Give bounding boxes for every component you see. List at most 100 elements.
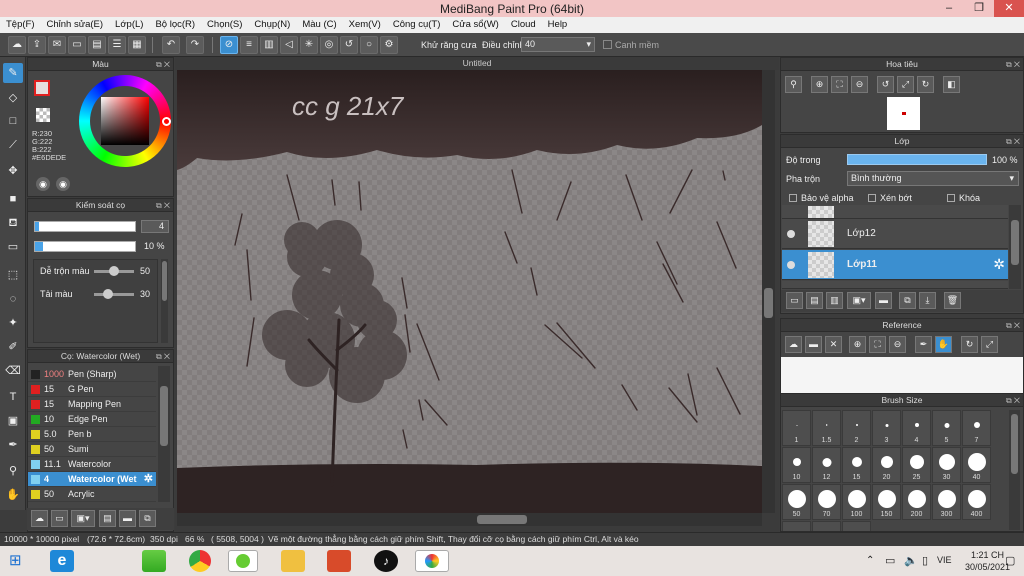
hue-ring[interactable] xyxy=(79,75,171,167)
menu-window[interactable]: Cửa sổ(W) xyxy=(446,17,504,30)
panel-popout-icon[interactable]: ⧉ ✕ xyxy=(1006,58,1020,71)
brush-cloud-icon[interactable]: ☁ xyxy=(31,510,48,527)
brush-size-option[interactable]: 300 xyxy=(932,484,961,520)
cloud-icon[interactable]: ☁ xyxy=(8,36,26,54)
brush-folder-icon[interactable]: ▬ xyxy=(119,510,136,527)
zoom-in-icon[interactable]: ⊕ xyxy=(811,76,828,93)
redo-icon[interactable]: ↷ xyxy=(186,36,204,54)
bucket-tool-icon[interactable]: ⛾ xyxy=(3,213,23,233)
protect-alpha-checkbox[interactable] xyxy=(789,194,797,202)
zoom-out-icon[interactable]: ⊖ xyxy=(851,76,868,93)
lock-checkbox[interactable] xyxy=(947,194,955,202)
eraser-tool-icon[interactable]: ◇ xyxy=(3,88,23,108)
brush-new-icon[interactable]: ▭ xyxy=(51,510,68,527)
line-tool-icon[interactable]: ⟋ xyxy=(3,135,23,155)
gear-icon[interactable]: ✲ xyxy=(993,256,1005,273)
save-icon[interactable]: ▤ xyxy=(88,36,106,54)
reference-actual-size-icon[interactable]: ⤢ xyxy=(981,336,998,353)
share-icon[interactable]: ⇪ xyxy=(28,36,46,54)
size-value[interactable]: 4 xyxy=(141,220,169,233)
chevron-up-icon[interactable]: ⌃ xyxy=(866,555,874,566)
comment-icon[interactable]: ✉ xyxy=(48,36,66,54)
clock-time[interactable]: 1:21 CH xyxy=(971,550,1004,560)
layer-blend-select[interactable]: Bình thường ▾ xyxy=(847,171,1019,186)
list-icon[interactable]: ☰ xyxy=(108,36,126,54)
undo-icon[interactable]: ↶ xyxy=(162,36,180,54)
rotate-left-icon[interactable]: ↺ xyxy=(877,76,894,93)
resample-slider[interactable] xyxy=(94,289,134,299)
gradient-tool-icon[interactable]: ▭ xyxy=(3,237,23,257)
menu-edit[interactable]: Chỉnh sửa(E) xyxy=(41,17,110,30)
close-button[interactable]: ✕ xyxy=(994,0,1024,17)
brush-item[interactable]: 11.1 Watercolor xyxy=(28,457,156,472)
brush-tool-icon[interactable]: ✎ xyxy=(3,63,23,83)
select-pen-tool-icon[interactable]: ✐ xyxy=(3,337,23,357)
brush-size-option[interactable] xyxy=(842,521,871,531)
duplicate-layer-icon[interactable]: ⧉ xyxy=(899,292,916,309)
medibang-taskbar-icon[interactable] xyxy=(228,550,258,572)
brush-size-option[interactable]: 100 xyxy=(842,484,871,520)
layer-row[interactable]: Lớp12 xyxy=(782,219,1008,249)
foreground-color[interactable] xyxy=(34,80,50,96)
layer-row-partial[interactable] xyxy=(782,205,1008,219)
radial-snap-icon[interactable]: ✳ xyxy=(300,36,318,54)
brush-size-option[interactable]: 30 xyxy=(932,447,961,483)
brush-duplicate-icon[interactable]: ⧉ xyxy=(139,510,156,527)
file-explorer-icon[interactable] xyxy=(281,550,305,572)
brush-size-scrollbar[interactable] xyxy=(1009,410,1020,530)
zoom-icon[interactable]: ⚲ xyxy=(785,76,802,93)
flip-icon[interactable]: ◧ xyxy=(943,76,960,93)
panel-popout-icon[interactable]: ⧉ ✕ xyxy=(156,199,170,212)
chrome-icon[interactable] xyxy=(189,550,211,572)
reference-fit-icon[interactable]: ⛶ xyxy=(869,336,886,353)
opacity-slider[interactable] xyxy=(34,241,136,252)
powerpoint-icon[interactable] xyxy=(327,550,351,572)
volume-icon[interactable]: 🔈 xyxy=(904,554,918,567)
brush-item[interactable]: 5.0 Pen b xyxy=(28,427,156,442)
parallel-snap-icon[interactable]: ≡ xyxy=(240,36,258,54)
picker-tool-icon[interactable]: ⚲ xyxy=(3,461,23,481)
bluestacks-icon[interactable] xyxy=(142,550,166,572)
brush-control-scrollbar[interactable] xyxy=(161,259,168,343)
medibang-active-icon[interactable] xyxy=(415,550,449,572)
snap-off-icon[interactable]: ⊘ xyxy=(220,36,238,54)
brush-list-scrollbar[interactable] xyxy=(158,366,170,502)
eyedropper-icon[interactable]: ✒ xyxy=(3,435,23,455)
ellipse-snap-icon[interactable]: ○ xyxy=(360,36,378,54)
brush-size-option[interactable] xyxy=(812,521,841,531)
select-rect-tool-icon[interactable]: ⬚ xyxy=(3,265,23,285)
brush-item[interactable]: 10 Edge Pen xyxy=(28,412,156,427)
brush-size-option[interactable]: 400 xyxy=(962,484,991,520)
brush-size-option[interactable]: 50 xyxy=(782,484,811,520)
document-icon[interactable]: ▭ xyxy=(68,36,86,54)
smooth-checkbox[interactable] xyxy=(603,40,612,49)
menu-help[interactable]: Help xyxy=(542,17,574,30)
brush-size-option[interactable]: 1.5 xyxy=(812,410,841,446)
menu-file[interactable]: Tệp(F) xyxy=(0,17,41,30)
layer-row-partial[interactable] xyxy=(782,281,1008,289)
hue-handle[interactable] xyxy=(162,117,171,126)
rectangle-tool-icon[interactable]: □ xyxy=(3,111,23,131)
grid-icon[interactable]: ▦ xyxy=(128,36,146,54)
adjust-select[interactable]: 40 ▾ xyxy=(521,37,595,52)
fill-rect-tool-icon[interactable]: ■ xyxy=(3,189,23,209)
brush-item[interactable]: 1000 Pen (Sharp) xyxy=(28,367,156,382)
blend-slider[interactable] xyxy=(94,266,134,276)
menu-select[interactable]: Chọn(S) xyxy=(201,17,248,30)
clipping-checkbox[interactable] xyxy=(868,194,876,202)
actual-size-icon[interactable]: ⤢ xyxy=(897,76,914,93)
brush-item-selected[interactable]: 4 Watercolor (Wet ✲ xyxy=(28,472,156,487)
layer-scrollbar[interactable] xyxy=(1009,205,1021,289)
minimize-button[interactable]: – xyxy=(934,0,964,17)
brush-size-option[interactable]: 150 xyxy=(872,484,901,520)
curve-snap-icon[interactable]: ↺ xyxy=(340,36,358,54)
reference-close-icon[interactable]: ✕ xyxy=(825,336,842,353)
add-layer-menu-icon[interactable]: ▣▾ xyxy=(847,292,871,309)
brush-size-option[interactable]: 10 xyxy=(782,447,811,483)
brush-size-option[interactable]: 5 xyxy=(932,410,961,446)
notification-icon[interactable]: ▢ xyxy=(1005,554,1015,567)
eye-icon[interactable] xyxy=(787,230,795,238)
menu-color[interactable]: Màu (C) xyxy=(296,17,342,30)
transparent-color[interactable] xyxy=(36,108,50,122)
brush-item[interactable]: 50 Sumi xyxy=(28,442,156,457)
